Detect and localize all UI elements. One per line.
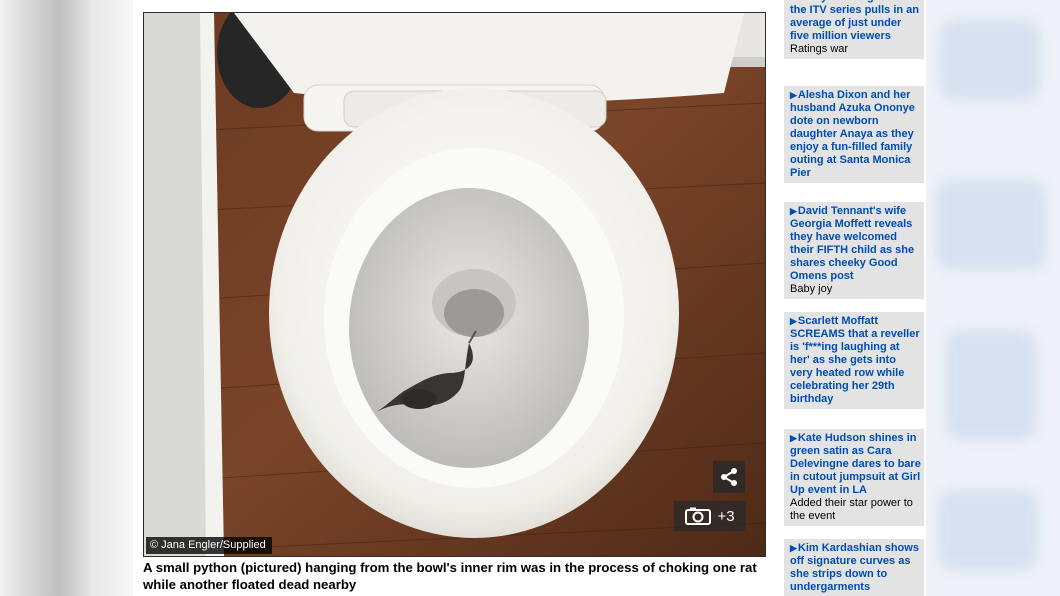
arrow-right-icon: ▶ — [790, 206, 797, 216]
gallery-count: +3 — [717, 507, 735, 525]
arrow-right-icon: ▶ — [790, 90, 797, 100]
teaser-headline[interactable]: ▶Kate Hudson shines in green satin as Ca… — [790, 432, 921, 497]
arrow-right-icon: ▶ — [790, 543, 797, 553]
article-main: © Jana Engler/Supplied +3 A small python… — [133, 0, 783, 596]
camera-icon — [685, 507, 712, 525]
teaser-subtitle: Baby joy — [790, 283, 833, 295]
sidebar-teaser[interactable]: ▶Kate Hudson shines in green satin as Ca… — [784, 429, 924, 526]
gallery-button[interactable]: +3 — [674, 501, 746, 531]
sidebar-teaser[interactable]: Strictly in ratings war as the ITV serie… — [784, 0, 924, 59]
teaser-headline[interactable]: ▶Scarlett Moffatt SCREAMS that a revelle… — [790, 315, 921, 406]
photo-caption: A small python (pictured) hanging from t… — [143, 560, 757, 592]
teaser-headline[interactable]: ▶Kim Kardashian shows off signature curv… — [790, 542, 921, 594]
toilet-photo-illustration — [144, 13, 765, 556]
teaser-subtitle: Ratings war — [790, 43, 849, 55]
sidebar-teaser[interactable]: ▶David Tennant's wife Georgia Moffett re… — [784, 202, 924, 299]
sidebar-teaser[interactable]: ▶Kim Kardashian shows off signature curv… — [784, 539, 924, 596]
arrow-right-icon: ▶ — [790, 316, 797, 326]
arrow-right-icon: ▶ — [790, 433, 797, 443]
sidebar-teaser[interactable]: ▶Scarlett Moffatt SCREAMS that a revelle… — [784, 312, 924, 409]
teaser-headline[interactable]: ▶Alesha Dixon and her husband Azuka Onon… — [790, 89, 921, 180]
sidebar-teaser[interactable]: ▶Alesha Dixon and her husband Azuka Onon… — [784, 86, 924, 183]
teaser-headline[interactable]: ▶David Tennant's wife Georgia Moffett re… — [790, 205, 921, 283]
share-icon — [721, 468, 737, 486]
sidebar-feed: Strictly in ratings war as the ITV serie… — [783, 0, 926, 596]
teaser-subtitle: Added their star power to the event — [790, 497, 913, 522]
article-photo[interactable]: © Jana Engler/Supplied — [143, 12, 766, 557]
share-button[interactable] — [713, 461, 745, 493]
page-background-right — [926, 0, 1060, 596]
page-background-left — [0, 0, 133, 596]
photo-credit: © Jana Engler/Supplied — [146, 537, 272, 554]
teaser-headline[interactable]: Strictly in ratings war as the ITV serie… — [790, 0, 921, 43]
